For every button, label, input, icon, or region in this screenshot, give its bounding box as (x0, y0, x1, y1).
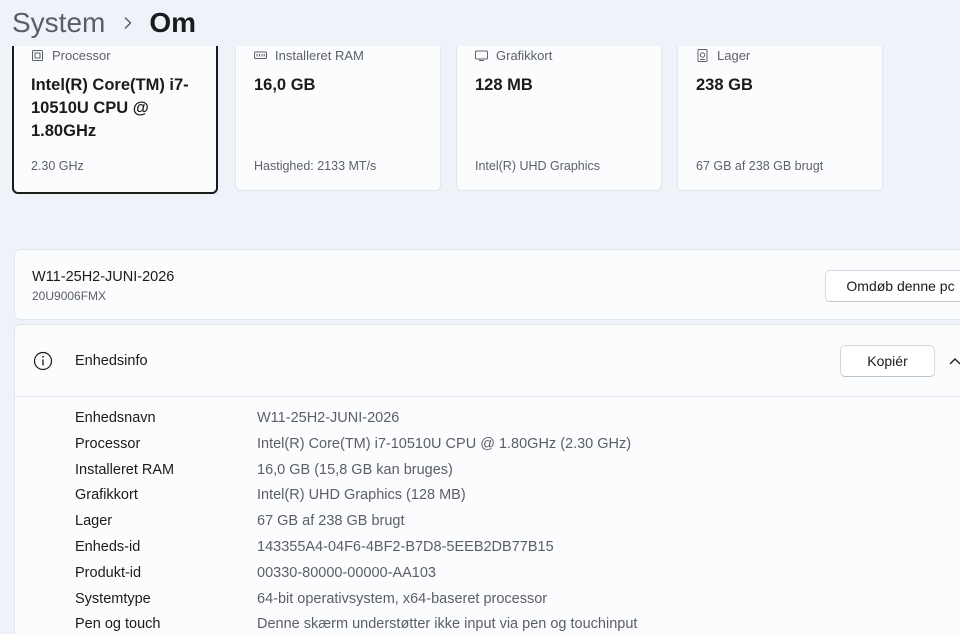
spec-key: Grafikkort (75, 487, 138, 504)
spec-value: 64-bit operativsystem, x64-baseret proce… (257, 590, 548, 607)
card-value: 238 GB (696, 76, 753, 94)
spec-key: Enheds-id (75, 538, 141, 555)
card-label: Processor (31, 48, 111, 63)
spec-row-pen-touch: Pen og touch Denne skærm understøtter ik… (75, 613, 955, 634)
device-spec-list: Enhedsnavn W11-25H2-JUNI-2026 Processor … (75, 407, 955, 634)
spec-key: Systemtype (75, 590, 151, 607)
pc-model: 20U9006FMX (32, 289, 107, 303)
spec-row-product-id: Produkt-id 00330-80000-00000-AA103 (75, 562, 955, 588)
spec-value: 143355A4-04F6-4BF2-B7D8-5EEB2DB77B15 (257, 538, 554, 555)
card-label: Lager (696, 48, 750, 63)
card-storage[interactable]: Lager 238 GB 67 GB af 238 GB brugt (677, 46, 883, 191)
pc-name: W11-25H2-JUNI-2026 (32, 269, 175, 285)
copy-button[interactable]: Kopiér (840, 345, 935, 377)
card-label-text: Grafikkort (496, 48, 553, 63)
spec-row-device-name: Enhedsnavn W11-25H2-JUNI-2026 (75, 407, 955, 433)
spec-row-processor: Processor Intel(R) Core(TM) i7-10510U CP… (75, 433, 955, 459)
spec-row-ram: Installeret RAM 16,0 GB (15,8 GB kan bru… (75, 459, 955, 485)
storage-icon (697, 49, 708, 62)
memory-icon (254, 51, 267, 59)
card-sub: Hastighed: 2133 MT/s (254, 159, 377, 173)
spec-key: Installeret RAM (75, 461, 175, 478)
card-label-text: Installeret RAM (275, 48, 364, 63)
device-info-section: Enhedsinfo Kopiér Enhedsnavn W11-25H2-JU… (14, 324, 960, 634)
card-label-text: Lager (717, 48, 751, 63)
card-graphics[interactable]: Grafikkort 128 MB Intel(R) UHD Graphics (456, 46, 662, 191)
spec-value: Intel(R) Core(TM) i7-10510U CPU @ 1.80GH… (257, 435, 632, 452)
spec-value: 00330-80000-00000-AA103 (257, 564, 436, 581)
card-sub: 67 GB af 238 GB brugt (696, 159, 824, 173)
card-label: Installeret RAM (254, 48, 364, 63)
spec-row-graphics: Grafikkort Intel(R) UHD Graphics (128 MB… (75, 484, 955, 510)
card-ram[interactable]: Installeret RAM 16,0 GB Hastighed: 2133 … (235, 46, 441, 191)
rename-pc-button[interactable]: Omdøb denne pc (825, 270, 960, 302)
breadcrumb-parent-system[interactable]: System (12, 7, 105, 39)
page-title: Om (149, 7, 197, 38)
spec-key: Pen og touch (75, 616, 161, 633)
spec-row-system-type: Systemtype 64-bit operativsystem, x64-ba… (75, 588, 955, 614)
spec-value: W11-25H2-JUNI-2026 (257, 410, 400, 426)
spec-row-device-id: Enheds-id 143355A4-04F6-4BF2-B7D8-5EEB2D… (75, 536, 955, 562)
card-sub: 2.30 GHz (31, 159, 84, 173)
device-info-title: Enhedsinfo (75, 353, 148, 369)
display-icon (475, 50, 488, 61)
chevron-up-icon[interactable] (949, 356, 960, 366)
spec-key: Processor (75, 435, 141, 452)
spec-value: Intel(R) UHD Graphics (128 MB) (257, 487, 466, 504)
card-value: 128 MB (475, 76, 533, 94)
card-processor[interactable]: Processor Intel(R) Core(TM) i7-10510U CP… (12, 46, 218, 194)
card-label: Grafikkort (475, 48, 552, 63)
breadcrumb: System Om (0, 0, 960, 46)
card-label-text: Processor (52, 48, 111, 63)
spec-value: 16,0 GB (15,8 GB kan bruges) (257, 461, 453, 478)
spec-key: Lager (75, 513, 113, 530)
chevron-right-icon (125, 17, 132, 29)
pc-name-panel: W11-25H2-JUNI-2026 20U9006FMX Omdøb denn… (14, 249, 960, 320)
spec-cards: Processor Intel(R) Core(TM) i7-10510U CP… (12, 46, 960, 194)
info-icon (33, 351, 53, 371)
card-value: 16,0 GB (254, 76, 316, 94)
card-value: Intel(R) Core(TM) i7-10510U CPU @ 1.80GH… (31, 76, 189, 140)
card-sub: Intel(R) UHD Graphics (475, 159, 601, 173)
spec-key: Enhedsnavn (75, 410, 156, 426)
device-info-header[interactable]: Enhedsinfo Kopiér (15, 325, 960, 397)
processor-icon (32, 50, 43, 61)
about-page: System Om Processor Intel(R) Core(TM) i7… (0, 0, 960, 634)
spec-value: 67 GB af 238 GB brugt (257, 513, 405, 530)
spec-value: Denne skærm understøtter ikke input via … (257, 616, 638, 633)
spec-row-storage: Lager 67 GB af 238 GB brugt (75, 510, 955, 536)
spec-key: Produkt-id (75, 564, 142, 581)
